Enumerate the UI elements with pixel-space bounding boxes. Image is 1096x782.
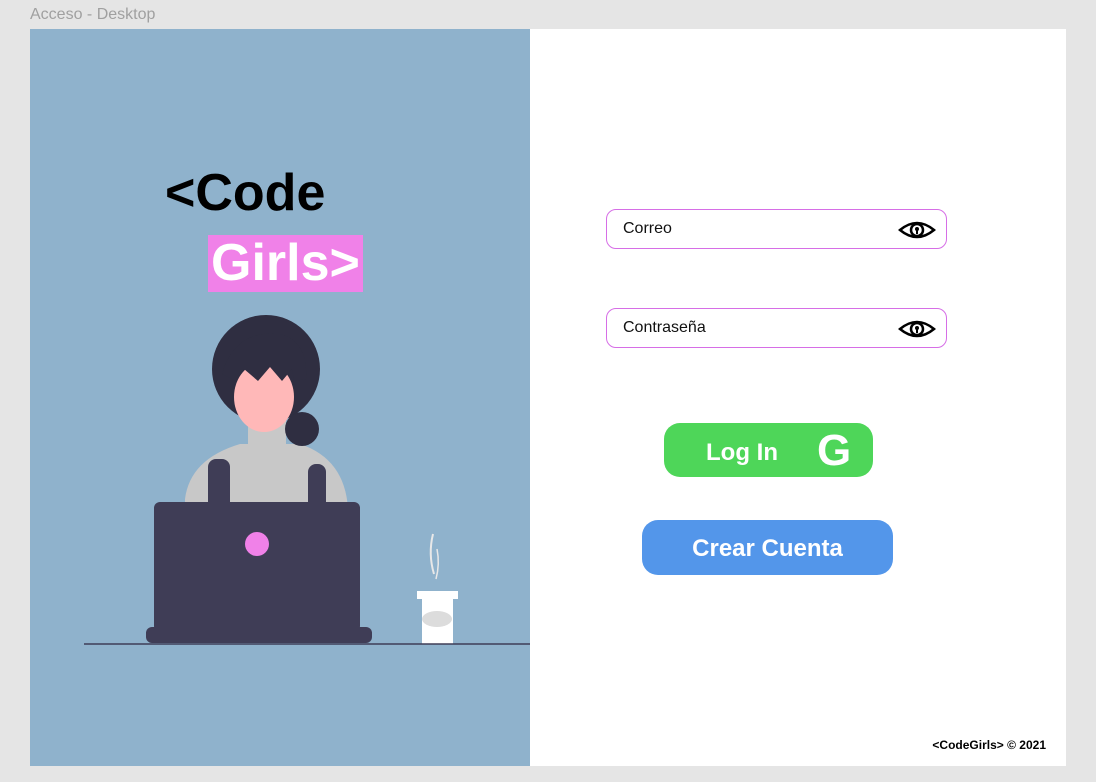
- copyright: <CodeGirls> © 2021: [932, 738, 1046, 752]
- brand-line-1: <Code: [165, 164, 326, 222]
- login-button-label: Log In: [706, 439, 778, 466]
- password-field[interactable]: [606, 308, 947, 348]
- brand-line-2: Girls>: [208, 235, 363, 292]
- eye-icon[interactable]: [898, 219, 936, 241]
- frame-title: Acceso - Desktop: [30, 6, 156, 23]
- login-button[interactable]: Log In G: [664, 423, 873, 477]
- eye-icon[interactable]: [898, 318, 936, 340]
- login-page: <Code Girls> Log In G Crear Cuenta <Code…: [30, 29, 1066, 766]
- email-field[interactable]: [606, 209, 947, 249]
- google-g-icon: G: [817, 426, 852, 475]
- password-input[interactable]: [623, 309, 883, 347]
- woman-at-laptop-illustration: [84, 315, 530, 645]
- hero-panel: <Code Girls>: [30, 29, 530, 766]
- email-input[interactable]: [623, 210, 883, 248]
- create-account-button[interactable]: Crear Cuenta: [642, 520, 893, 575]
